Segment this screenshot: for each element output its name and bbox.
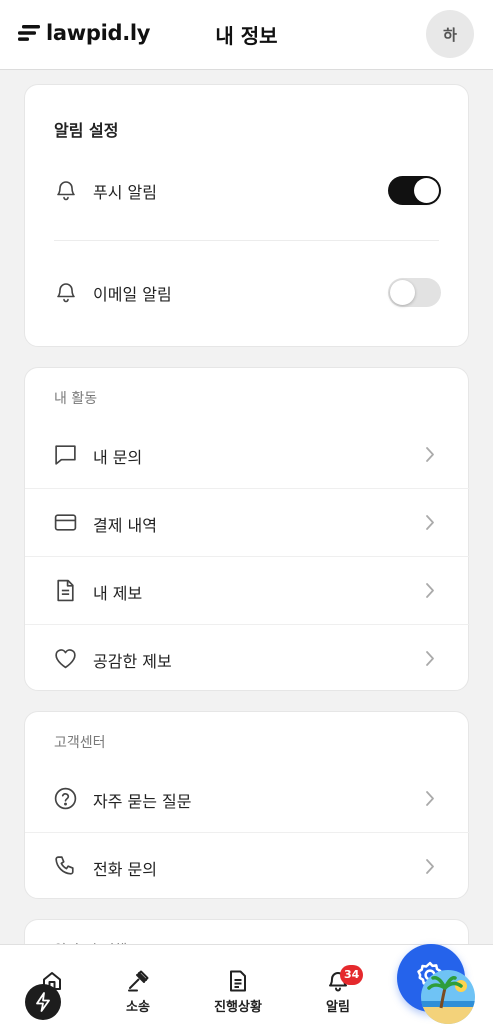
menu-item-my-reports[interactable]: 내 제보 bbox=[25, 556, 470, 624]
toggle-knob bbox=[390, 280, 415, 305]
email-notification-row: 이메일 알림 bbox=[25, 267, 470, 317]
document-icon bbox=[57, 579, 74, 602]
nav-progress[interactable]: 진행상황 bbox=[206, 969, 270, 1019]
menu-item-label: 결제 내역 bbox=[93, 516, 157, 535]
question-circle-icon bbox=[54, 787, 77, 810]
notification-settings-title: 알림 설정 bbox=[54, 121, 119, 140]
menu-item-phone-inquiry[interactable]: 전화 문의 bbox=[25, 832, 470, 900]
menu-item-faq[interactable]: 자주 묻는 질문 bbox=[25, 764, 470, 832]
document-list-icon bbox=[230, 970, 246, 992]
credit-card-icon bbox=[54, 514, 77, 531]
nav-lawsuit[interactable]: 소송 bbox=[106, 969, 170, 1019]
divider bbox=[54, 240, 439, 241]
bell-icon bbox=[57, 181, 75, 201]
heart-icon bbox=[55, 649, 76, 669]
phone-icon bbox=[55, 856, 74, 875]
my-activity-card: 내 활동 내 문의 결제 내역 내 제보 공감한 제보 bbox=[24, 367, 470, 692]
menu-item-payment-history[interactable]: 결제 내역 bbox=[25, 488, 470, 556]
chevron-right-icon bbox=[426, 859, 434, 874]
chevron-right-icon bbox=[426, 583, 434, 598]
push-notification-toggle[interactable] bbox=[388, 176, 441, 205]
email-notification-label: 이메일 알림 bbox=[93, 285, 172, 304]
chat-bubble-icon bbox=[55, 445, 76, 465]
avatar[interactable]: 하 bbox=[426, 10, 474, 58]
menu-item-label: 자주 묻는 질문 bbox=[93, 792, 192, 811]
menu-item-label: 전화 문의 bbox=[93, 860, 157, 879]
chevron-right-icon bbox=[426, 515, 434, 530]
my-activity-title: 내 활동 bbox=[54, 391, 98, 407]
chevron-right-icon bbox=[426, 447, 434, 462]
email-notification-toggle[interactable] bbox=[388, 278, 441, 307]
menu-item-label: 내 문의 bbox=[93, 448, 143, 467]
notification-settings-card: 알림 설정 푸시 알림 이메일 알림 bbox=[24, 84, 469, 347]
nav-notifications[interactable]: 34 알림 bbox=[306, 965, 370, 1019]
nav-notifications-label: 알림 bbox=[326, 1000, 350, 1015]
menu-item-label: 공감한 제보 bbox=[93, 652, 172, 671]
menu-item-my-inquiries[interactable]: 내 문의 bbox=[25, 420, 470, 488]
nav-progress-label: 진행상황 bbox=[214, 1000, 262, 1015]
menu-item-label: 내 제보 bbox=[93, 584, 143, 603]
floating-assistant-avatar[interactable] bbox=[421, 970, 475, 1024]
push-notification-label: 푸시 알림 bbox=[93, 183, 157, 202]
lightning-icon bbox=[36, 992, 50, 1012]
chevron-right-icon bbox=[426, 791, 434, 806]
notification-count-badge: 34 bbox=[340, 965, 364, 985]
page-title: 내 정보 bbox=[215, 24, 278, 48]
push-notification-row: 푸시 알림 bbox=[25, 165, 470, 215]
quick-action-bolt-button[interactable] bbox=[25, 984, 61, 1020]
customer-support-title: 고객센터 bbox=[54, 735, 106, 751]
bell-icon bbox=[57, 283, 75, 303]
chevron-right-icon bbox=[426, 651, 434, 666]
gavel-icon bbox=[128, 970, 149, 992]
toggle-knob bbox=[414, 178, 439, 203]
nav-lawsuit-label: 소송 bbox=[126, 1000, 150, 1015]
app-header: lawpid.ly 내 정보 하 bbox=[0, 0, 493, 70]
customer-support-card: 고객센터 자주 묻는 질문 전화 문의 bbox=[24, 711, 470, 900]
beach-image-icon bbox=[421, 970, 475, 1024]
menu-item-liked-reports[interactable]: 공감한 제보 bbox=[25, 624, 470, 692]
